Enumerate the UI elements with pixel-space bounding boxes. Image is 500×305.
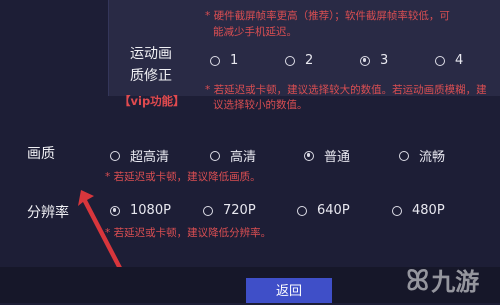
arrow-shape [78, 190, 125, 275]
back-button[interactable]: 返回 [246, 278, 332, 303]
red-arrow-annotation [78, 190, 125, 275]
watermark: ꕤ九游 [406, 262, 479, 298]
watermark-logo-icon: ꕤ [406, 264, 430, 297]
watermark-text: 九游 [431, 268, 480, 296]
